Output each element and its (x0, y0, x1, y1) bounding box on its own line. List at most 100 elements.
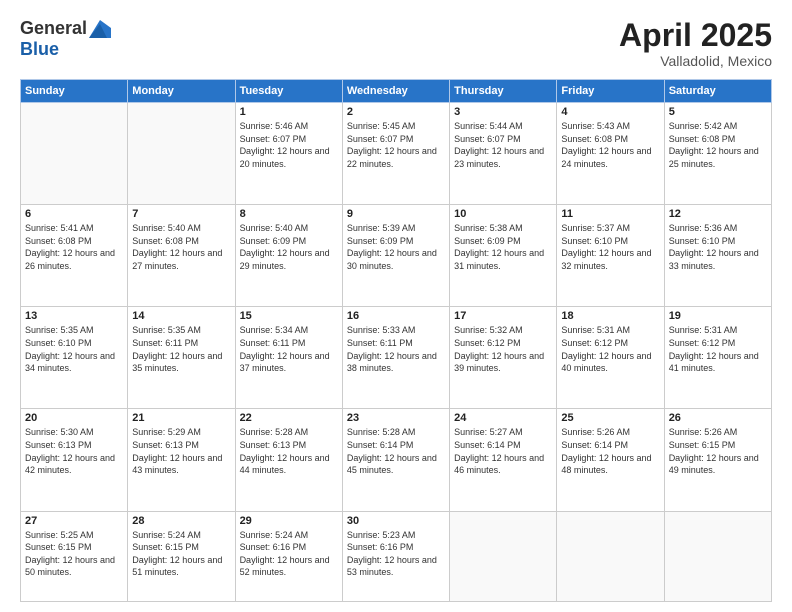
calendar-cell: 30 Sunrise: 5:23 AM Sunset: 6:16 PM Dayli… (342, 511, 449, 602)
week-row-2: 6 Sunrise: 5:41 AM Sunset: 6:08 PM Daylig… (21, 205, 772, 307)
day-info: Sunrise: 5:27 AM Sunset: 6:14 PM Dayligh… (454, 426, 552, 476)
day-number: 14 (132, 310, 230, 322)
week-row-3: 13Sunrise: 5:35 AM Sunset: 6:10 PM Dayli… (21, 307, 772, 409)
day-info: Sunrise: 5:31 AM Sunset: 6:12 PM Dayligh… (669, 324, 767, 374)
day-number: 29 (240, 515, 338, 527)
day-info: Sunrise: 5:32 AM Sunset: 6:12 PM Dayligh… (454, 324, 552, 374)
weekday-header-row: SundayMondayTuesdayWednesdayThursdayFrid… (21, 80, 772, 103)
day-info: Sunrise: 5:30 AM Sunset: 6:13 PM Dayligh… (25, 426, 123, 476)
calendar-cell: 3 Sunrise: 5:44 AM Sunset: 6:07 PM Daylig… (450, 103, 557, 205)
weekday-header-thursday: Thursday (450, 80, 557, 103)
month-title: April 2025 (619, 18, 772, 53)
calendar-cell (557, 511, 664, 602)
weekday-header-tuesday: Tuesday (235, 80, 342, 103)
day-info: Sunrise: 5:41 AM Sunset: 6:08 PM Dayligh… (25, 222, 123, 272)
day-number: 21 (132, 412, 230, 424)
day-number: 30 (347, 515, 445, 527)
day-number: 27 (25, 515, 123, 527)
day-info: Sunrise: 5:39 AM Sunset: 6:09 PM Dayligh… (347, 222, 445, 272)
calendar-cell: 12 Sunrise: 5:36 AM Sunset: 6:10 PM Dayli… (664, 205, 771, 307)
day-info: Sunrise: 5:24 AM Sunset: 6:16 PM Dayligh… (240, 529, 338, 579)
day-number: 2 (347, 106, 445, 118)
day-number: 26 (669, 412, 767, 424)
day-info: Sunrise: 5:34 AM Sunset: 6:11 PM Dayligh… (240, 324, 338, 374)
calendar-cell: 29 Sunrise: 5:24 AM Sunset: 6:16 PM Dayli… (235, 511, 342, 602)
day-number: 12 (669, 208, 767, 220)
day-number: 11 (561, 208, 659, 220)
day-number: 22 (240, 412, 338, 424)
logo-blue-text: Blue (20, 39, 59, 60)
logo-general-text: General (20, 18, 87, 39)
day-info: Sunrise: 5:26 AM Sunset: 6:14 PM Dayligh… (561, 426, 659, 476)
day-info: Sunrise: 5:43 AM Sunset: 6:08 PM Dayligh… (561, 120, 659, 170)
logo-icon (89, 20, 111, 38)
day-number: 1 (240, 106, 338, 118)
day-number: 25 (561, 412, 659, 424)
calendar-cell: 27 Sunrise: 5:25 AM Sunset: 6:15 PM Dayli… (21, 511, 128, 602)
calendar-cell: 20 Sunrise: 5:30 AM Sunset: 6:13 PM Dayli… (21, 409, 128, 511)
calendar-cell: 26 Sunrise: 5:26 AM Sunset: 6:15 PM Dayli… (664, 409, 771, 511)
week-row-4: 20 Sunrise: 5:30 AM Sunset: 6:13 PM Dayli… (21, 409, 772, 511)
calendar-cell: 15 Sunrise: 5:34 AM Sunset: 6:11 PM Dayli… (235, 307, 342, 409)
day-number: 20 (25, 412, 123, 424)
day-number: 3 (454, 106, 552, 118)
calendar-cell (664, 511, 771, 602)
page: General Blue April 2025 Valladolid, Mexi… (0, 0, 792, 612)
day-number: 15 (240, 310, 338, 322)
calendar-cell: 21 Sunrise: 5:29 AM Sunset: 6:13 PM Dayli… (128, 409, 235, 511)
calendar-cell (450, 511, 557, 602)
title-block: April 2025 Valladolid, Mexico (619, 18, 772, 69)
day-number: 6 (25, 208, 123, 220)
day-info: Sunrise: 5:29 AM Sunset: 6:13 PM Dayligh… (132, 426, 230, 476)
calendar-cell: 7 Sunrise: 5:40 AM Sunset: 6:08 PM Daylig… (128, 205, 235, 307)
day-info: Sunrise: 5:42 AM Sunset: 6:08 PM Dayligh… (669, 120, 767, 170)
day-number: 9 (347, 208, 445, 220)
calendar-cell: 22Sunrise: 5:28 AM Sunset: 6:13 PM Dayli… (235, 409, 342, 511)
day-info: Sunrise: 5:37 AM Sunset: 6:10 PM Dayligh… (561, 222, 659, 272)
calendar-cell: 13Sunrise: 5:35 AM Sunset: 6:10 PM Dayli… (21, 307, 128, 409)
day-number: 17 (454, 310, 552, 322)
weekday-header-monday: Monday (128, 80, 235, 103)
calendar-cell: 6 Sunrise: 5:41 AM Sunset: 6:08 PM Daylig… (21, 205, 128, 307)
weekday-header-sunday: Sunday (21, 80, 128, 103)
day-number: 7 (132, 208, 230, 220)
day-info: Sunrise: 5:26 AM Sunset: 6:15 PM Dayligh… (669, 426, 767, 476)
calendar-cell: 8Sunrise: 5:40 AM Sunset: 6:09 PM Daylig… (235, 205, 342, 307)
day-info: Sunrise: 5:24 AM Sunset: 6:15 PM Dayligh… (132, 529, 230, 579)
day-info: Sunrise: 5:36 AM Sunset: 6:10 PM Dayligh… (669, 222, 767, 272)
day-info: Sunrise: 5:23 AM Sunset: 6:16 PM Dayligh… (347, 529, 445, 579)
calendar-cell (128, 103, 235, 205)
week-row-5: 27 Sunrise: 5:25 AM Sunset: 6:15 PM Dayli… (21, 511, 772, 602)
day-info: Sunrise: 5:35 AM Sunset: 6:10 PM Dayligh… (25, 324, 123, 374)
calendar-cell: 14 Sunrise: 5:35 AM Sunset: 6:11 PM Dayli… (128, 307, 235, 409)
day-info: Sunrise: 5:46 AM Sunset: 6:07 PM Dayligh… (240, 120, 338, 170)
weekday-header-wednesday: Wednesday (342, 80, 449, 103)
day-info: Sunrise: 5:40 AM Sunset: 6:09 PM Dayligh… (240, 222, 338, 272)
location: Valladolid, Mexico (619, 53, 772, 69)
calendar-cell: 11 Sunrise: 5:37 AM Sunset: 6:10 PM Dayli… (557, 205, 664, 307)
weekday-header-saturday: Saturday (664, 80, 771, 103)
day-number: 19 (669, 310, 767, 322)
day-number: 4 (561, 106, 659, 118)
day-info: Sunrise: 5:40 AM Sunset: 6:08 PM Dayligh… (132, 222, 230, 272)
day-info: Sunrise: 5:44 AM Sunset: 6:07 PM Dayligh… (454, 120, 552, 170)
logo: General Blue (20, 18, 111, 60)
day-number: 23 (347, 412, 445, 424)
day-number: 16 (347, 310, 445, 322)
day-info: Sunrise: 5:25 AM Sunset: 6:15 PM Dayligh… (25, 529, 123, 579)
calendar-cell: 4 Sunrise: 5:43 AM Sunset: 6:08 PM Daylig… (557, 103, 664, 205)
calendar-cell: 16Sunrise: 5:33 AM Sunset: 6:11 PM Dayli… (342, 307, 449, 409)
calendar-cell: 25 Sunrise: 5:26 AM Sunset: 6:14 PM Dayli… (557, 409, 664, 511)
calendar-table: SundayMondayTuesdayWednesdayThursdayFrid… (20, 79, 772, 602)
weekday-header-friday: Friday (557, 80, 664, 103)
calendar-cell: 5 Sunrise: 5:42 AM Sunset: 6:08 PM Daylig… (664, 103, 771, 205)
week-row-1: 1 Sunrise: 5:46 AM Sunset: 6:07 PM Daylig… (21, 103, 772, 205)
calendar-cell: 17 Sunrise: 5:32 AM Sunset: 6:12 PM Dayli… (450, 307, 557, 409)
day-info: Sunrise: 5:35 AM Sunset: 6:11 PM Dayligh… (132, 324, 230, 374)
day-info: Sunrise: 5:38 AM Sunset: 6:09 PM Dayligh… (454, 222, 552, 272)
calendar-cell: 28Sunrise: 5:24 AM Sunset: 6:15 PM Dayli… (128, 511, 235, 602)
day-number: 10 (454, 208, 552, 220)
header: General Blue April 2025 Valladolid, Mexi… (20, 18, 772, 69)
day-number: 5 (669, 106, 767, 118)
day-info: Sunrise: 5:45 AM Sunset: 6:07 PM Dayligh… (347, 120, 445, 170)
